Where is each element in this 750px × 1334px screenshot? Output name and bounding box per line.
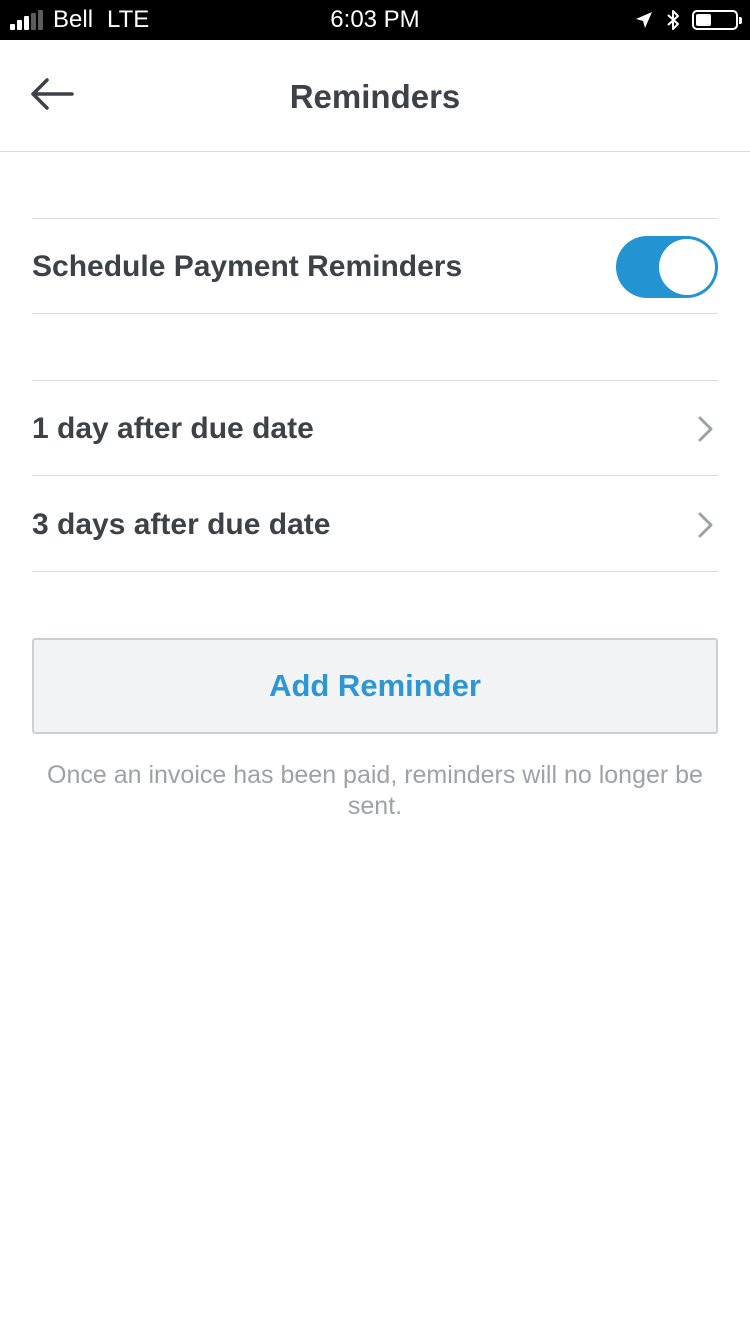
toggle-knob [659,239,715,295]
reminder-label: 1 day after due date [32,412,314,445]
divider [32,218,718,219]
status-right [634,0,742,40]
nav-header: Reminders [0,40,750,152]
battery-level [696,14,712,26]
schedule-reminders-label: Schedule Payment Reminders [32,250,463,283]
divider [32,571,718,572]
schedule-reminders-row: Schedule Payment Reminders [32,220,718,314]
help-text: Once an invoice has been paid, reminders… [47,761,703,820]
page-title: Reminders [289,78,461,115]
chevron-right-icon [694,414,718,444]
divider [32,313,718,314]
bluetooth-icon [666,9,680,31]
divider [32,380,718,381]
divider [32,475,718,476]
schedule-reminders-toggle[interactable] [616,236,718,298]
location-arrow-icon [634,10,654,30]
status-bar: Bell LTE 6:03 PM [0,0,750,40]
chevron-right-icon [694,510,718,540]
battery-icon [692,10,742,30]
back-button[interactable] [26,74,78,118]
reminder-item-1-day[interactable]: 1 day after due date [32,382,718,476]
back-arrow-icon [30,77,74,116]
add-reminder-button[interactable]: Add Reminder [32,638,718,734]
reminder-label: 3 days after due date [32,508,331,541]
reminder-item-3-days[interactable]: 3 days after due date [32,478,718,572]
